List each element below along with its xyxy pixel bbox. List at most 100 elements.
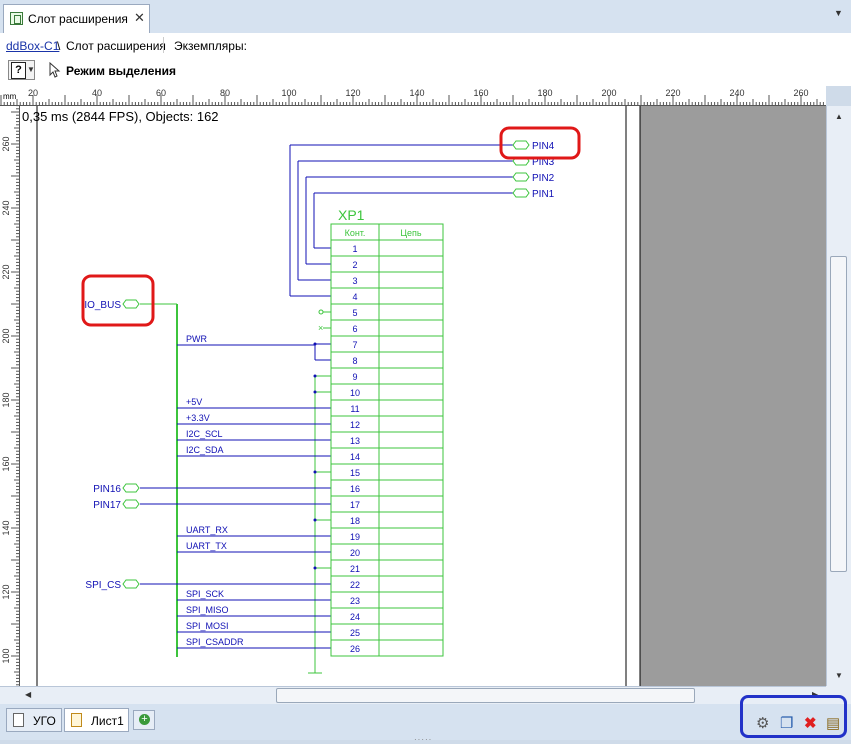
chevron-down-icon: ▼ <box>27 65 35 74</box>
close-icon[interactable]: ✕ <box>134 10 145 26</box>
ruler-label: 200 <box>1 328 11 343</box>
pin-number: 21 <box>350 564 360 574</box>
selection-mode-label: Режим выделения <box>66 64 176 78</box>
render-stats: 0,35 ms (2844 FPS), Objects: 162 <box>22 109 219 124</box>
scroll-left-icon[interactable]: ◀ <box>25 690 31 699</box>
page-icon <box>71 713 82 727</box>
document-tabbar: Слот расширения ✕ ▼ <box>0 0 851 33</box>
ruler-label: 100 <box>281 88 296 98</box>
ruler-label: 60 <box>156 88 166 98</box>
tab-ugo[interactable]: УГО <box>6 708 62 732</box>
port-label: PIN16 <box>93 484 121 495</box>
ruler-label: 120 <box>1 584 11 599</box>
ruler-label: 160 <box>1 456 11 471</box>
svg-text:×: × <box>318 323 323 333</box>
ruler-unit: mm <box>3 92 17 101</box>
net-label: SPI_MOSI <box>186 621 229 631</box>
pin-number: 13 <box>350 436 360 446</box>
scroll-up-icon[interactable]: ▲ <box>835 112 843 121</box>
pin-number: 1 <box>352 244 357 254</box>
pin-number: 7 <box>352 340 357 350</box>
document-tab[interactable]: Слот расширения ✕ <box>3 4 150 33</box>
ruler-label: 160 <box>473 88 488 98</box>
net-label: UART_TX <box>186 541 227 551</box>
pin-number: 22 <box>350 580 360 590</box>
net-label: SPI_SCK <box>186 589 224 599</box>
pin-number: 4 <box>352 292 357 302</box>
port-label: PIN1 <box>532 189 555 200</box>
ruler-label: 180 <box>1 392 11 407</box>
help-button[interactable]: ? ▼ <box>8 60 35 80</box>
column-header: Цепь <box>400 228 422 238</box>
net-label: UART_RX <box>186 525 228 535</box>
vertical-scrollbar[interactable]: ▲ ▼ <box>826 106 851 686</box>
pin-number: 12 <box>350 420 360 430</box>
vertical-scroll-thumb[interactable] <box>830 256 847 572</box>
net-label: I2C_SDA <box>186 445 224 455</box>
schematic-canvas[interactable]: × XP1 Конт. Цепь 1 2 3 4 5 6 7 8 9 10 11 12 13 14 15 16 17 1… <box>20 106 826 686</box>
net-label: SPI_CSADDR <box>186 637 244 647</box>
pin-number: 20 <box>350 548 360 558</box>
ruler-label: 180 <box>537 88 552 98</box>
ruler-label: 20 <box>28 88 38 98</box>
ruler-label: 120 <box>345 88 360 98</box>
add-sheet-button[interactable] <box>133 710 155 730</box>
pin-number: 17 <box>350 500 360 510</box>
pin-number: 6 <box>352 324 357 334</box>
pin-number: 24 <box>350 612 360 622</box>
pin-number: 2 <box>352 260 357 270</box>
ruler-label: 40 <box>92 88 102 98</box>
pin-number: 3 <box>352 276 357 286</box>
ruler-label: 200 <box>601 88 616 98</box>
vertical-ruler: 260 240 220 200 180 160 140 120 100 <box>0 106 20 686</box>
out-of-sheet-area <box>640 106 826 686</box>
pin-number: 23 <box>350 596 360 606</box>
horizontal-scroll-thumb[interactable] <box>276 688 695 703</box>
port-label: PIN4 <box>532 141 555 152</box>
pin-number: 14 <box>350 452 360 462</box>
tab-ugo-label: УГО <box>33 714 56 728</box>
ruler-label: 220 <box>665 88 680 98</box>
xp1-connector[interactable]: XP1Конт. Цепь1234567891011121314151617181… <box>330 207 444 657</box>
breadcrumb-link[interactable]: ddBox-C1 <box>6 39 59 53</box>
pin-number: 18 <box>350 516 360 526</box>
port-label: PIN2 <box>532 173 555 184</box>
horizontal-scrollbar[interactable]: ◀ ▶ <box>0 686 826 704</box>
page-icon <box>13 713 24 727</box>
column-header: Конт. <box>345 228 366 238</box>
net-label: PWR <box>186 334 207 344</box>
breadcrumb-current: Слот расширения <box>66 39 166 53</box>
ruler-label: 260 <box>1 136 11 151</box>
ruler-label: 140 <box>409 88 424 98</box>
pointer-arrow-icon <box>49 62 61 78</box>
pin-number: 16 <box>350 484 360 494</box>
document-tab-title: Слот расширения <box>28 12 128 26</box>
pin-number: 26 <box>350 644 360 654</box>
component-ref: XP1 <box>338 207 365 223</box>
help-icon: ? <box>11 62 26 79</box>
net-label: +3.3V <box>186 413 210 423</box>
tab-list-dropdown-icon[interactable]: ▼ <box>834 8 843 18</box>
ruler-label: 240 <box>1 200 11 215</box>
port-label: PIN17 <box>93 500 121 511</box>
ruler-label: 240 <box>729 88 744 98</box>
tab-sheet1-label: Лист1 <box>91 714 124 728</box>
pin-number: 10 <box>350 388 360 398</box>
horizontal-ruler: 20 40 60 80 100 120 140 160 180 200 220 240 260 mm <box>0 86 826 106</box>
ports: PIN4PIN3PIN2PIN1IO_BUSPIN16PIN17SPI_CS <box>84 140 555 591</box>
tab-sheet1[interactable]: Лист1 <box>64 708 129 732</box>
ruler-label: 260 <box>793 88 808 98</box>
ruler-label: 80 <box>220 88 230 98</box>
pin-number: 11 <box>350 404 359 414</box>
port-label: IO_BUS <box>84 300 121 311</box>
ruler-label: 220 <box>1 264 11 279</box>
highlight-toolbar-icons <box>740 695 847 738</box>
net-label: I2C_SCL <box>186 429 223 439</box>
divider <box>163 37 164 53</box>
scroll-down-icon[interactable]: ▼ <box>835 671 843 680</box>
breadcrumb-separator: \ <box>57 39 61 53</box>
instances-label: Экземпляры: <box>174 39 247 53</box>
ruler-label: 100 <box>1 648 11 663</box>
pin-number: 19 <box>350 532 360 542</box>
port-label: SPI_CS <box>85 580 121 591</box>
